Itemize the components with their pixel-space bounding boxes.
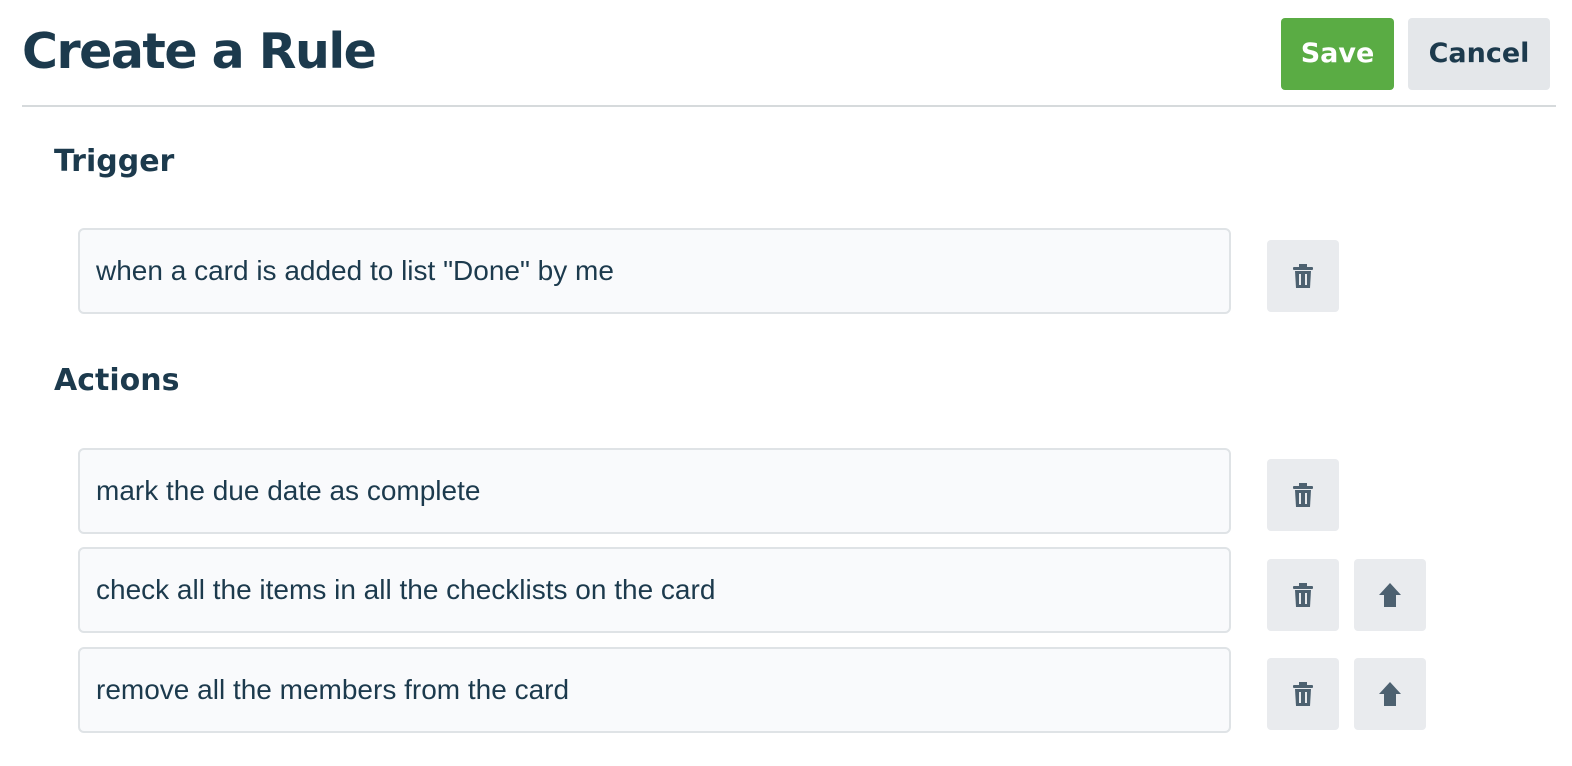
trash-icon (1293, 682, 1313, 706)
action-item[interactable]: remove all the members from the card (78, 647, 1231, 733)
trigger-item[interactable]: when a card is added to list "Done" by m… (78, 228, 1231, 314)
trash-icon (1293, 264, 1313, 288)
trash-icon (1293, 483, 1313, 507)
header-divider (22, 105, 1556, 107)
delete-trigger-button[interactable] (1267, 240, 1339, 312)
trigger-heading: Trigger (54, 144, 175, 179)
actions-heading: Actions (54, 363, 180, 398)
create-rule-page: Create a Rule Save Cancel Trigger when a… (0, 0, 1572, 766)
move-action-up-button[interactable] (1354, 559, 1426, 631)
move-action-up-button[interactable] (1354, 658, 1426, 730)
arrow-up-icon (1379, 583, 1401, 607)
save-button[interactable]: Save (1281, 18, 1394, 90)
page-title: Create a Rule (22, 23, 377, 80)
cancel-button[interactable]: Cancel (1408, 18, 1550, 90)
action-item[interactable]: mark the due date as complete (78, 448, 1231, 534)
arrow-up-icon (1379, 682, 1401, 706)
delete-action-button[interactable] (1267, 559, 1339, 631)
action-item[interactable]: check all the items in all the checklist… (78, 547, 1231, 633)
delete-action-button[interactable] (1267, 658, 1339, 730)
trash-icon (1293, 583, 1313, 607)
delete-action-button[interactable] (1267, 459, 1339, 531)
